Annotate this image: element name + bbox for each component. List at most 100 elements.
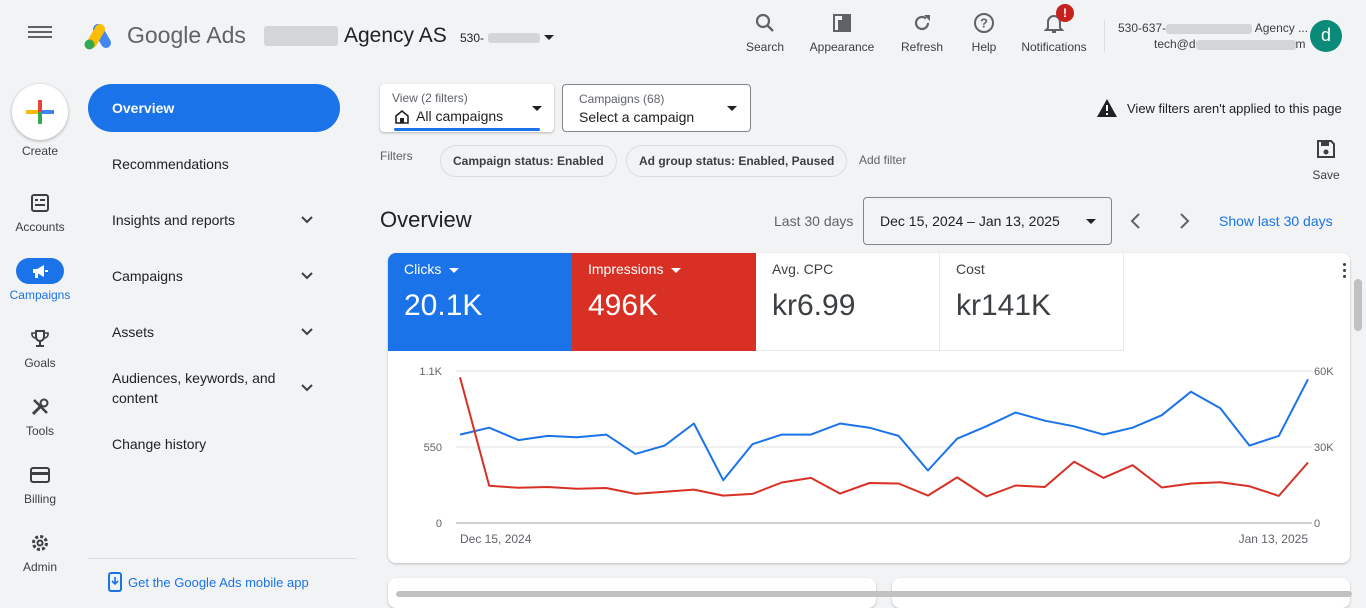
left-axis-tick-label: 1.1K [419, 366, 442, 378]
mobile-app-link[interactable]: Get the Google Ads mobile app [108, 572, 309, 592]
right-axis-tick-label: 30K [1314, 442, 1334, 454]
left-axis-tick-label: 550 [424, 442, 442, 454]
left-axis-tick-label: 0 [436, 518, 442, 530]
nav-item-overview[interactable]: Overview [88, 84, 340, 132]
credit-card-icon [30, 467, 50, 483]
metric-label: Cost [956, 261, 985, 277]
dropdown-caret-icon [1086, 219, 1096, 224]
svg-text:?: ? [980, 16, 988, 31]
save-icon [1317, 140, 1335, 158]
appearance-button[interactable]: Appearance [802, 10, 882, 54]
metric-dropdown-caret-icon[interactable] [449, 267, 460, 273]
rail-label-accounts: Accounts [15, 220, 65, 234]
user-account-id: 530-637- [1118, 21, 1167, 35]
account-switcher-caret-icon[interactable] [544, 35, 554, 40]
metric-clicks[interactable]: Clicks 20.1K [388, 253, 572, 351]
save-label: Save [1312, 168, 1340, 182]
main-menu-button[interactable] [28, 26, 52, 46]
header-divider [1104, 20, 1105, 52]
storefront-icon [395, 109, 409, 124]
nav-item-change-history[interactable]: Change history [112, 434, 322, 454]
phone-download-icon [108, 572, 122, 592]
campaign-selector-label: Campaigns (68) [579, 92, 665, 106]
nav-item-campaigns[interactable]: Campaigns [112, 266, 322, 286]
view-filter-label: View (2 filters) [392, 91, 468, 105]
date-range-label: Last 30 days [774, 213, 854, 229]
appearance-label: Appearance [809, 40, 875, 54]
show-last-30-days-link[interactable]: Show last 30 days [1219, 213, 1333, 229]
rail-label-tools: Tools [25, 424, 54, 438]
notifications-button[interactable]: ! Notifications [1014, 4, 1094, 54]
user-account-line[interactable]: 530-637- Agency ... [1118, 21, 1308, 35]
rail-item-admin[interactable]: Admin [0, 530, 80, 574]
user-email-line[interactable]: tech@d m [1154, 37, 1306, 51]
filter-chip-ad-group-status[interactable]: Ad group status: Enabled, Paused [626, 145, 848, 177]
metric-cost[interactable]: Cost kr141K [940, 253, 1124, 351]
rail-label-campaigns: Campaigns [9, 288, 71, 302]
create-button[interactable] [12, 84, 68, 140]
view-filter-active-underline [394, 128, 540, 131]
rail-item-billing[interactable]: Billing [0, 462, 80, 506]
help-label: Help [971, 40, 997, 54]
chevron-down-icon[interactable] [300, 381, 314, 395]
previous-period-icon[interactable] [1128, 211, 1144, 231]
date-range-picker[interactable]: Dec 15, 2024 – Jan 13, 2025 [863, 197, 1112, 245]
account-name[interactable]: Agency AS [344, 24, 447, 48]
megaphone-icon [33, 265, 48, 278]
rail-item-tools[interactable]: Tools [0, 394, 80, 438]
user-email-prefix: tech@d [1154, 37, 1196, 51]
rail-item-accounts[interactable]: Accounts [0, 190, 80, 234]
rail-item-goals[interactable]: Goals [0, 326, 80, 370]
date-range-value: Dec 15, 2024 – Jan 13, 2025 [880, 213, 1060, 229]
nav-item-audiences[interactable]: Audiences, keywords, and content [112, 368, 294, 408]
dropdown-caret-icon [532, 106, 542, 111]
account-id: 530- [460, 31, 485, 45]
vertical-scrollbar[interactable] [1352, 253, 1364, 597]
campaign-selector-dropdown[interactable]: Campaigns (68) Select a campaign [562, 84, 751, 132]
avatar[interactable]: d [1310, 20, 1342, 52]
add-filter-button[interactable]: Add filter [859, 153, 906, 167]
view-filter-dropdown[interactable]: View (2 filters) All campaigns [380, 84, 554, 132]
metric-value: kr141K [956, 289, 1052, 322]
help-icon: ? [974, 13, 994, 33]
create-label: Create [21, 144, 59, 158]
tools-icon [31, 398, 49, 416]
metric-value: kr6.99 [772, 289, 856, 322]
filter-chip-campaign-status[interactable]: Campaign status: Enabled [440, 145, 617, 177]
user-account-name: Agency ... [1254, 21, 1309, 35]
accounts-icon [31, 194, 49, 212]
metric-dropdown-caret-icon[interactable] [671, 267, 682, 273]
metric-avg-cpc[interactable]: Avg. CPC kr6.99 [756, 253, 940, 351]
hamburger-icon [28, 26, 52, 28]
notification-badge: ! [1056, 4, 1074, 22]
mobile-app-link-label: Get the Google Ads mobile app [128, 575, 309, 590]
horizontal-scrollbar[interactable] [396, 591, 1352, 597]
right-axis-tick-label: 0 [1314, 518, 1320, 530]
nav-item-assets[interactable]: Assets [112, 322, 322, 342]
page-title: Overview [380, 207, 472, 232]
chevron-down-icon[interactable] [300, 325, 314, 339]
chevron-down-icon[interactable] [300, 269, 314, 283]
rail-item-campaigns[interactable]: Campaigns [0, 258, 80, 302]
more-options-icon[interactable] [1343, 263, 1349, 278]
rail-label-goals: Goals [24, 356, 56, 370]
metric-label: Impressions [588, 261, 664, 277]
nav-divider [88, 558, 356, 559]
top-bar: Google Ads Agency AS 530- Search Appeara… [0, 0, 1366, 72]
next-period-icon[interactable] [1176, 211, 1192, 231]
performance-chart: 1.1K 550 0 60K 30K 0 Dec 15, 2024 Jan 13, 2025 [419, 366, 1334, 546]
search-button[interactable]: Search [725, 10, 805, 54]
nav-item-recommendations[interactable]: Recommendations [112, 154, 322, 174]
metric-label: Clicks [404, 261, 442, 277]
help-button[interactable]: ? Help [944, 10, 1024, 54]
trophy-icon [31, 330, 49, 347]
scrollbar-thumb[interactable] [1354, 279, 1362, 331]
search-icon [755, 13, 774, 32]
chevron-down-icon[interactable] [300, 213, 314, 227]
search-label: Search [745, 40, 785, 54]
save-button[interactable]: Save [1306, 139, 1346, 182]
filter-warning-text: View filters aren't applied to this page [1127, 101, 1342, 116]
dropdown-caret-icon [727, 106, 737, 111]
nav-label: Insights and reports [112, 212, 235, 228]
metric-impressions[interactable]: Impressions 496K [572, 253, 756, 351]
